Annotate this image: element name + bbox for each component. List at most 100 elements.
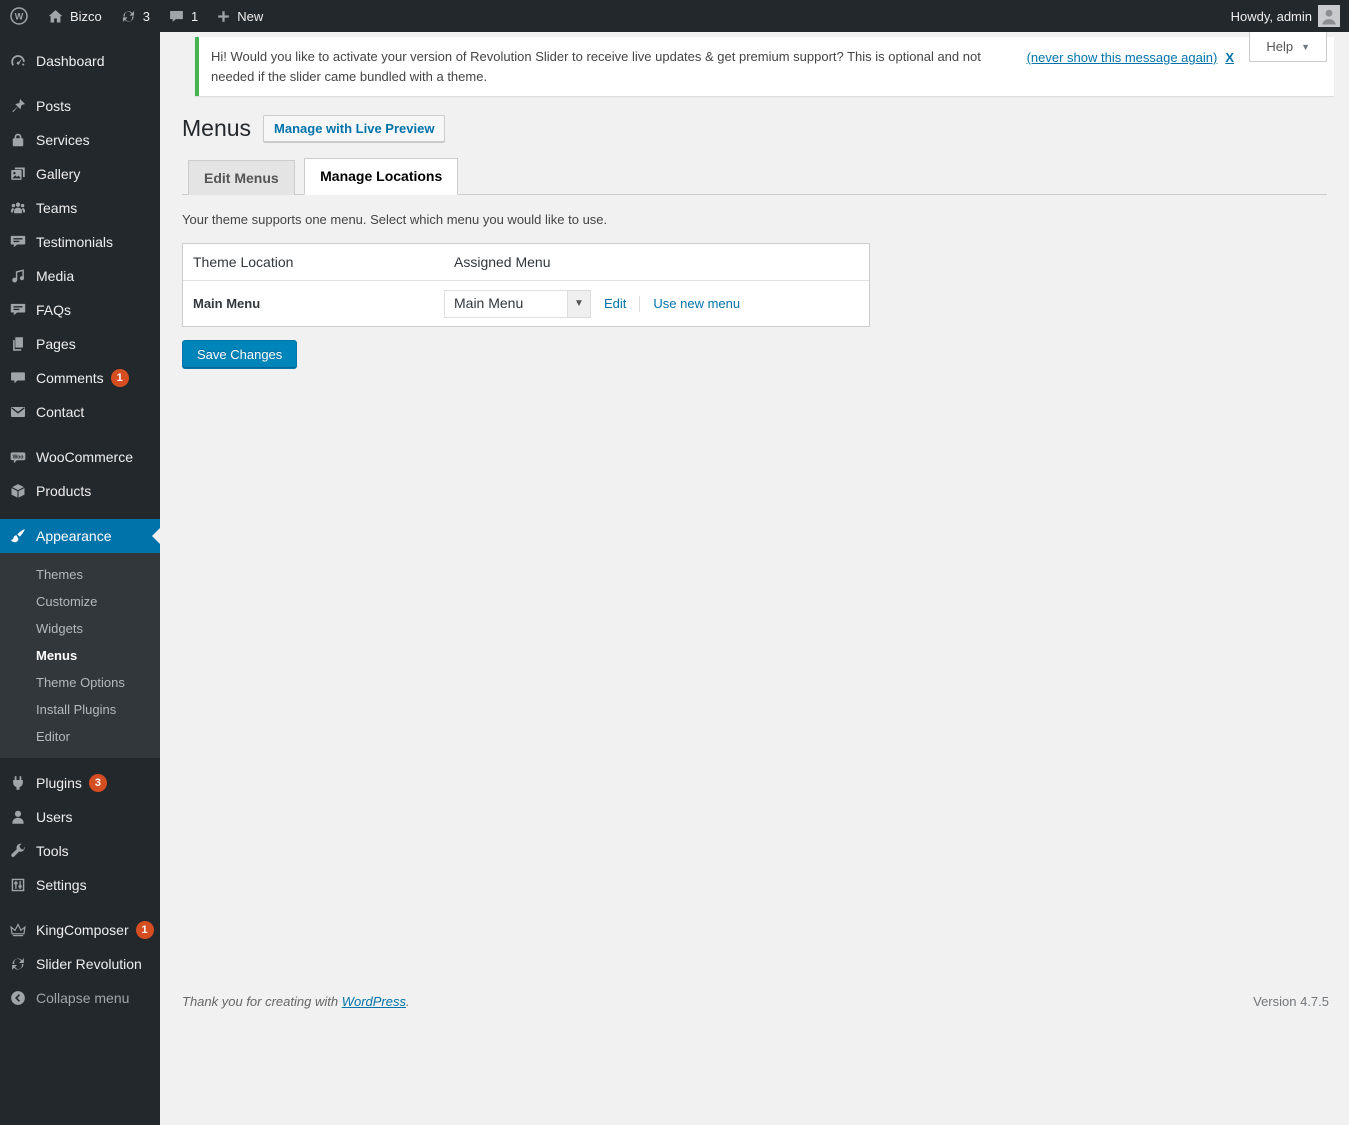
intro-text: Your theme supports one menu. Select whi… xyxy=(182,212,1327,227)
wrench-icon xyxy=(9,842,27,860)
lock-icon xyxy=(9,131,27,149)
admin-bar: W Bizco 3 1 New Howdy, admin xyxy=(0,0,1349,32)
comments-count: 1 xyxy=(191,9,198,24)
column-header-theme-location: Theme Location xyxy=(183,254,444,270)
comments-badge: 1 xyxy=(111,369,129,387)
plus-icon xyxy=(216,9,231,24)
sidebar-item-pages[interactable]: Pages xyxy=(0,327,160,361)
sidebar-item-kingcomposer[interactable]: KingComposer 1 xyxy=(0,913,160,947)
updates-menu[interactable]: 3 xyxy=(111,0,159,32)
edit-menu-link[interactable]: Edit xyxy=(604,296,626,311)
crown-icon xyxy=(9,921,27,939)
notice-close-x[interactable]: X xyxy=(1225,50,1234,65)
sidebar-item-posts[interactable]: Posts xyxy=(0,89,160,123)
content-area: Help ▼ Hi! Would you like to activate yo… xyxy=(160,32,1349,1125)
sidebar-item-faqs[interactable]: FAQs xyxy=(0,293,160,327)
manage-with-live-preview-button[interactable]: Manage with Live Preview xyxy=(263,115,445,142)
sidebar-item-media[interactable]: Media xyxy=(0,259,160,293)
footer: Thank you for creating with WordPress. V… xyxy=(182,994,1329,1009)
home-icon xyxy=(47,8,64,25)
avatar xyxy=(1318,5,1340,27)
new-label: New xyxy=(237,9,263,24)
sidebar-item-products[interactable]: Products xyxy=(0,474,160,508)
updates-icon xyxy=(120,8,137,25)
svg-text:Woo: Woo xyxy=(13,454,24,460)
select-chevron-icon: ▼ xyxy=(567,291,590,317)
sidebar-item-tools[interactable]: Tools xyxy=(0,834,160,868)
submenu-item-theme-options[interactable]: Theme Options xyxy=(0,669,160,696)
sidebar-separator xyxy=(0,429,160,440)
sidebar-item-services[interactable]: Services xyxy=(0,123,160,157)
site-name: Bizco xyxy=(70,9,102,24)
submenu-item-widgets[interactable]: Widgets xyxy=(0,615,160,642)
page-wrap: Menus Manage with Live Preview Edit Menu… xyxy=(160,114,1349,369)
submenu-item-themes[interactable]: Themes xyxy=(0,561,160,588)
link-divider xyxy=(639,296,640,312)
sidebar-item-contact[interactable]: Contact xyxy=(0,395,160,429)
my-account-menu[interactable]: Howdy, admin xyxy=(1222,0,1349,32)
box-icon xyxy=(9,482,27,500)
sidebar-item-testimonials[interactable]: Testimonials xyxy=(0,225,160,259)
appearance-submenu: Themes Customize Widgets Menus Theme Opt… xyxy=(0,553,160,758)
wordpress-link[interactable]: WordPress xyxy=(342,994,406,1009)
chat-icon xyxy=(9,233,27,251)
sidebar-separator xyxy=(0,508,160,519)
menu-locations-table: Theme Location Assigned Menu Main Menu M… xyxy=(182,243,870,327)
assigned-menu-select[interactable]: Main Menu ▼ xyxy=(444,290,591,318)
sidebar-item-users[interactable]: Users xyxy=(0,800,160,834)
howdy-text: Howdy, admin xyxy=(1231,9,1312,24)
sidebar-separator xyxy=(0,78,160,89)
collapse-arrow-icon xyxy=(9,989,27,1007)
sidebar-item-comments[interactable]: Comments 1 xyxy=(0,361,160,395)
site-name-menu[interactable]: Bizco xyxy=(38,0,111,32)
tab-manage-locations[interactable]: Manage Locations xyxy=(304,158,458,195)
sliders-icon xyxy=(9,876,27,894)
sidebar-item-plugins[interactable]: Plugins 3 xyxy=(0,766,160,800)
wordpress-logo-menu[interactable]: W xyxy=(0,0,38,32)
wordpress-logo-icon: W xyxy=(9,6,29,26)
plug-icon xyxy=(9,774,27,792)
help-button[interactable]: Help ▼ xyxy=(1249,32,1327,62)
theme-location-name: Main Menu xyxy=(183,296,444,311)
sidebar-item-dashboard[interactable]: Dashboard xyxy=(0,44,160,78)
notice-message: Hi! Would you like to activate your vers… xyxy=(211,47,1011,86)
pages-icon xyxy=(9,335,27,353)
kingcomposer-badge: 1 xyxy=(136,921,154,939)
submenu-item-customize[interactable]: Customize xyxy=(0,588,160,615)
table-header-row: Theme Location Assigned Menu xyxy=(183,244,869,281)
sidebar-item-settings[interactable]: Settings xyxy=(0,868,160,902)
collapse-menu-button[interactable]: Collapse menu xyxy=(0,981,160,1015)
sidebar-item-woocommerce[interactable]: Woo WooCommerce xyxy=(0,440,160,474)
comments-menu[interactable]: 1 xyxy=(159,0,207,32)
use-new-menu-link[interactable]: Use new menu xyxy=(653,296,740,311)
submenu-item-editor[interactable]: Editor xyxy=(0,723,160,750)
sidebar-item-teams[interactable]: Teams xyxy=(0,191,160,225)
gallery-icon xyxy=(9,165,27,183)
people-icon xyxy=(9,199,27,217)
plugins-badge: 3 xyxy=(89,774,107,792)
svg-text:W: W xyxy=(15,12,24,22)
version-text: Version 4.7.5 xyxy=(1253,994,1329,1009)
sidebar-separator xyxy=(0,902,160,913)
submenu-item-menus[interactable]: Menus xyxy=(0,642,160,669)
updates-count: 3 xyxy=(143,9,150,24)
chat-icon xyxy=(9,301,27,319)
woocommerce-icon: Woo xyxy=(9,448,27,466)
user-icon xyxy=(9,808,27,826)
media-note-icon xyxy=(9,267,27,285)
revolution-slider-notice: Hi! Would you like to activate your vers… xyxy=(195,37,1334,96)
sidebar-item-gallery[interactable]: Gallery xyxy=(0,157,160,191)
submenu-item-install-plugins[interactable]: Install Plugins xyxy=(0,696,160,723)
notice-dismiss-link[interactable]: (never show this message again)X xyxy=(1027,50,1234,65)
tab-edit-menus[interactable]: Edit Menus xyxy=(188,160,295,195)
comment-bubble-icon xyxy=(168,8,185,25)
tab-bar: Edit Menus Manage Locations xyxy=(182,158,1327,195)
envelope-icon xyxy=(9,403,27,421)
new-content-menu[interactable]: New xyxy=(207,0,272,32)
paintbrush-icon xyxy=(9,527,27,545)
sidebar-item-slider-revolution[interactable]: Slider Revolution xyxy=(0,947,160,981)
dashboard-icon xyxy=(9,52,27,70)
page-title: Menus xyxy=(182,114,251,143)
sidebar-item-appearance[interactable]: Appearance xyxy=(0,519,160,553)
save-changes-button[interactable]: Save Changes xyxy=(182,340,297,369)
